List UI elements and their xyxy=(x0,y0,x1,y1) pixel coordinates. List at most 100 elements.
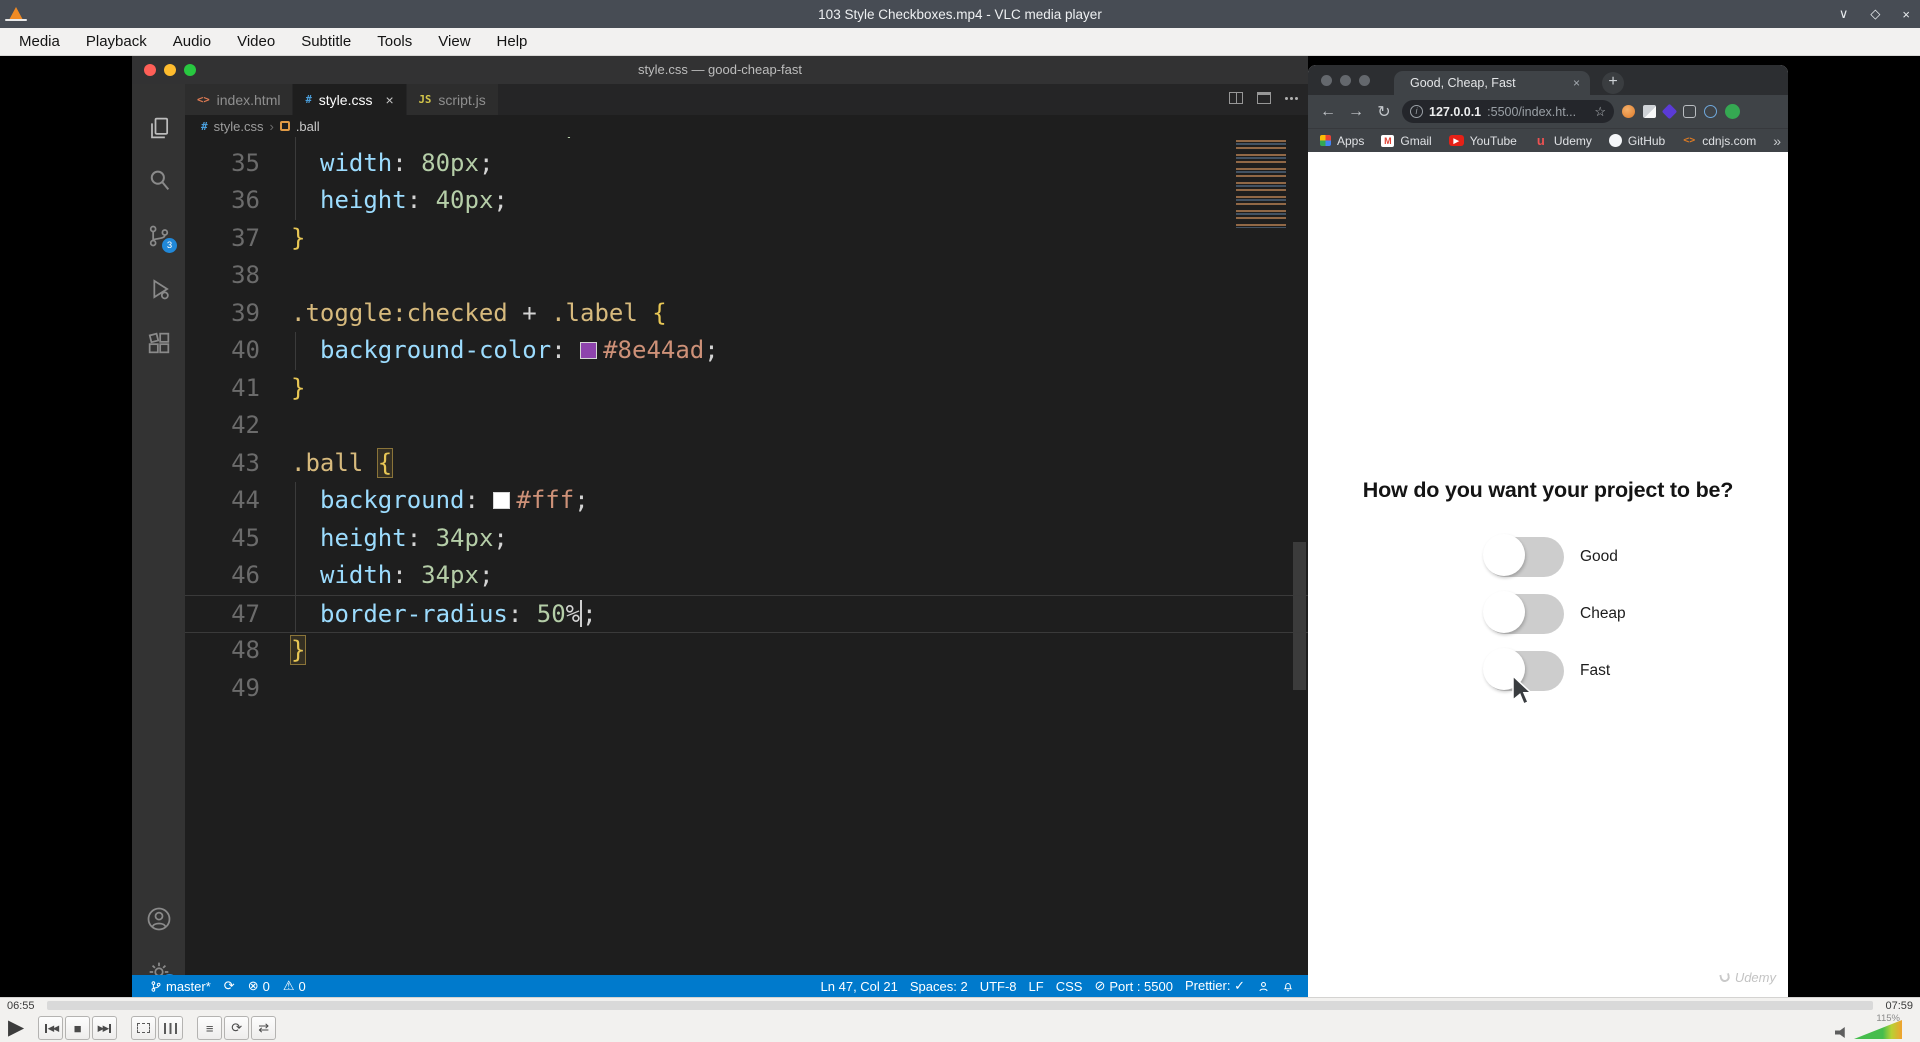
source-control-icon[interactable]: 3 xyxy=(145,222,177,253)
breadcrumb-symbol[interactable]: .ball xyxy=(296,119,320,134)
address-bar[interactable]: i 127.0.0.1 :5500/index.ht... ☆ xyxy=(1402,100,1614,123)
menu-tools[interactable]: Tools xyxy=(364,33,425,50)
random-button[interactable]: ⇄ xyxy=(251,1016,277,1040)
window-maximize-button[interactable]: ◇ xyxy=(1870,6,1880,22)
volume-cluster[interactable]: 115% xyxy=(1835,1013,1902,1041)
menu-video[interactable]: Video xyxy=(224,33,288,50)
status-item-sync[interactable]: ⟳ xyxy=(224,978,235,994)
play-button[interactable]: ▶ xyxy=(8,1015,24,1041)
menu-media[interactable]: Media xyxy=(6,33,73,50)
extended-settings-button[interactable] xyxy=(158,1016,184,1040)
browser-maximize-light[interactable] xyxy=(1359,75,1370,86)
video-frame[interactable]: style.css — good-cheap-fast 3 <> index.h… xyxy=(0,56,1920,997)
search-icon[interactable] xyxy=(145,166,173,194)
status-item-account[interactable] xyxy=(1257,980,1270,993)
bookmark-udemy[interactable]: u Udemy xyxy=(1534,133,1592,148)
browser-close-light[interactable] xyxy=(1321,75,1332,86)
tab-style.css[interactable]: # style.css × xyxy=(293,84,407,115)
code-line[interactable]: 39 .toggle:checked + .label { xyxy=(185,295,1308,333)
breadcrumb-file[interactable]: style.css xyxy=(214,119,264,134)
bookmark-cdnjs-com[interactable]: <> cdnjs.com xyxy=(1682,134,1756,148)
profile-avatar[interactable] xyxy=(1725,104,1740,119)
color-swatch[interactable] xyxy=(580,342,598,359)
next-button[interactable]: ▶▶ xyxy=(92,1016,118,1040)
toggle-switch-good[interactable] xyxy=(1483,534,1564,577)
code-line[interactable]: 47 border-radius: 50%; xyxy=(185,594,1308,633)
menu-subtitle[interactable]: Subtitle xyxy=(288,33,364,50)
code-token: border-radius xyxy=(320,599,508,628)
code-line[interactable]: 35 width: 80px; xyxy=(185,144,1308,183)
orange-extension-icon[interactable] xyxy=(1622,105,1635,118)
code-line[interactable]: 49 xyxy=(185,670,1308,708)
purple-extension-icon[interactable] xyxy=(1661,103,1678,120)
playlist-button[interactable]: ≡ xyxy=(197,1016,223,1040)
bookmark-github[interactable]: GitHub xyxy=(1608,134,1665,148)
status-item-prettier-[interactable]: Prettier: ✓ xyxy=(1185,978,1245,994)
more-actions-icon[interactable] xyxy=(1285,96,1288,100)
status-item-ln-47-col-21[interactable]: Ln 47, Col 21 xyxy=(821,979,898,994)
menu-help[interactable]: Help xyxy=(484,33,541,50)
toggle-layout-icon[interactable] xyxy=(1257,92,1271,104)
breadcrumb[interactable]: # style.css › .ball xyxy=(185,115,1308,137)
status-item-bell[interactable] xyxy=(1282,980,1294,993)
bookmark-youtube[interactable]: ▶ YouTube xyxy=(1448,134,1517,148)
split-editor-icon[interactable] xyxy=(1229,92,1243,104)
code-line[interactable]: 43 .ball { xyxy=(185,445,1308,483)
new-tab-button[interactable]: + xyxy=(1602,72,1624,94)
seek-bar[interactable] xyxy=(47,1001,1873,1010)
code-line[interactable]: 40 background-color: #8e44ad; xyxy=(185,332,1308,370)
bookmarks-overflow-icon[interactable]: » xyxy=(1773,133,1781,149)
status-item-lf[interactable]: LF xyxy=(1029,979,1044,994)
status-item-master-[interactable]: master* xyxy=(150,979,211,994)
previous-button[interactable]: ◀◀ xyxy=(38,1016,64,1040)
window-minimize-button[interactable]: ∨ xyxy=(1839,6,1849,22)
status-item-css[interactable]: CSS xyxy=(1056,979,1083,994)
status-item-0[interactable]: ⚠ 0 xyxy=(283,978,306,994)
tab-close-icon[interactable]: × xyxy=(385,92,393,108)
puzzle-extensions-icon[interactable] xyxy=(1683,105,1696,118)
circle-extension-icon[interactable] xyxy=(1704,105,1717,118)
explorer-icon[interactable] xyxy=(145,114,173,142)
toggle-switch-cheap[interactable] xyxy=(1483,591,1564,634)
code-line[interactable]: 46 width: 34px; xyxy=(185,557,1308,595)
browser-tab[interactable]: Good, Cheap, Fast × xyxy=(1394,71,1590,95)
browser-minimize-light[interactable] xyxy=(1340,75,1351,86)
code-editor[interactable]: 34 border-radius: 50px; 35 width: 80px; 36 he… xyxy=(185,137,1308,975)
reload-icon[interactable]: ↻ xyxy=(1374,102,1394,122)
code-line[interactable]: 48} xyxy=(185,632,1308,670)
extensions-icon[interactable] xyxy=(145,329,173,357)
menu-view[interactable]: View xyxy=(425,33,483,50)
line-number: 48 xyxy=(231,636,260,664)
menu-playback[interactable]: Playback xyxy=(73,33,160,50)
tab-script.js[interactable]: JS script.js xyxy=(406,84,499,115)
color-swatch[interactable] xyxy=(493,492,511,509)
code-line[interactable]: 38 xyxy=(185,257,1308,295)
code-line[interactable]: 45 height: 34px; xyxy=(185,519,1308,558)
fullscreen-button[interactable] xyxy=(131,1016,157,1040)
status-item-spaces-2[interactable]: Spaces: 2 xyxy=(910,979,968,994)
status-item-0[interactable]: ⊗ 0 xyxy=(248,978,270,994)
stop-button[interactable]: ■ xyxy=(65,1016,91,1040)
status-item-port-5500[interactable]: ⊘ Port : 5500 xyxy=(1094,978,1173,994)
window-close-button[interactable]: × xyxy=(1902,7,1910,22)
code-line[interactable]: 44 background: #fff; xyxy=(185,482,1308,520)
back-icon[interactable]: ← xyxy=(1318,103,1338,121)
marker-extension-icon[interactable] xyxy=(1643,105,1656,118)
code-line[interactable]: 36 height: 40px; xyxy=(185,182,1308,220)
status-item-utf-8[interactable]: UTF-8 xyxy=(980,979,1017,994)
bookmark-gmail[interactable]: M Gmail xyxy=(1381,134,1432,148)
code-line[interactable]: 37} xyxy=(185,220,1308,258)
bookmark-star-icon[interactable]: ☆ xyxy=(1594,104,1606,120)
code-line[interactable]: 42 xyxy=(185,407,1308,445)
bookmark-apps[interactable]: Apps xyxy=(1320,134,1364,148)
speaker-icon[interactable] xyxy=(1835,1027,1845,1038)
account-icon[interactable] xyxy=(145,905,173,933)
menu-audio[interactable]: Audio xyxy=(160,33,224,50)
forward-icon[interactable]: → xyxy=(1346,103,1366,121)
tab-close-icon[interactable]: × xyxy=(1573,76,1580,90)
run-debug-icon[interactable] xyxy=(145,275,173,303)
tab-index.html[interactable]: <> index.html xyxy=(185,84,294,115)
site-info-icon[interactable]: i xyxy=(1410,105,1423,118)
code-line[interactable]: 41} xyxy=(185,370,1308,408)
loop-button[interactable]: ⟳ xyxy=(224,1016,250,1040)
